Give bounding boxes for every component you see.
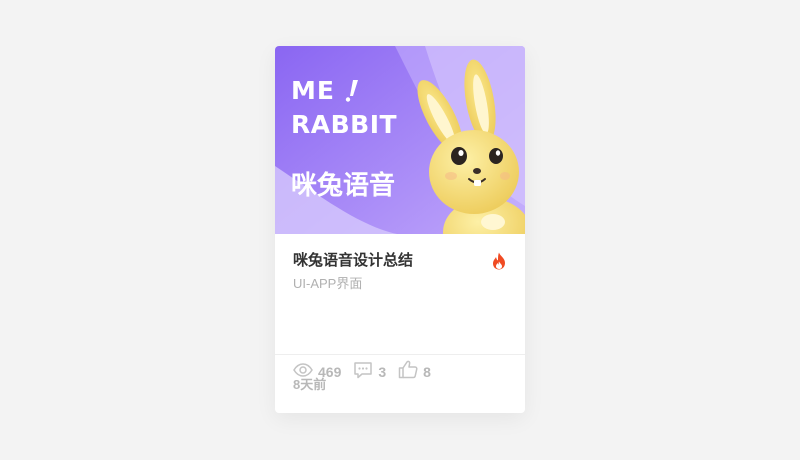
project-card[interactable]: ME RABBIT 咪兔语音 咪兔语音设计总结 UI-APP界面 469 3 8… (275, 46, 525, 413)
comments-count: 3 (378, 364, 387, 380)
project-title[interactable]: 咪兔语音设计总结 (293, 250, 413, 272)
card-divider (275, 354, 525, 355)
thumbs-up-icon (398, 360, 418, 384)
title-row: 咪兔语音设计总结 (293, 250, 507, 272)
comments-stat[interactable]: 3 (353, 361, 386, 384)
project-category[interactable]: UI-APP界面 (293, 275, 362, 293)
cover-image[interactable]: ME RABBIT 咪兔语音 (275, 46, 525, 234)
cover-subtitle: 咪兔语音 (291, 170, 395, 201)
publish-time: 8天前 (293, 377, 327, 392)
likes-count: 8 (423, 364, 431, 380)
comment-icon (353, 361, 373, 384)
cover-headline-line2: RABBIT (291, 110, 397, 139)
cover-headline-line1: ME (291, 76, 335, 105)
fire-icon (491, 252, 507, 270)
likes-stat[interactable]: 8 (398, 360, 431, 384)
